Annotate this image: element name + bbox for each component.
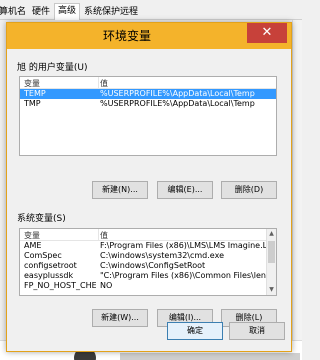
column-header-value[interactable]: 值 xyxy=(100,78,108,89)
row-value: NO xyxy=(100,281,113,290)
dialog-content: 旭 的用户变量(U) 变量 值 TEMP %USERPROFILE%\AppDa… xyxy=(7,49,291,351)
row-name: TEMP xyxy=(24,89,46,98)
system-vars-label: 系统变量(S) xyxy=(17,214,66,224)
table-row[interactable]: configsetroot C:\windows\ConfigSetRoot xyxy=(20,261,276,271)
tab-advanced[interactable]: 高级 xyxy=(54,3,81,20)
table-row[interactable]: FP_NO_HOST_CHE... NO xyxy=(20,281,276,291)
user-vars-label: 旭 的用户变量(U) xyxy=(17,63,88,73)
user-delete-button[interactable]: 删除(D) xyxy=(221,181,277,199)
system-vars-header: 变量 值 xyxy=(20,229,276,241)
tab-hardware[interactable]: 硬件 xyxy=(28,4,54,20)
environment-variables-dialog: 环境变量 ✕ 旭 的用户变量(U) 变量 值 TEMP %USERPROFILE… xyxy=(6,22,292,352)
scroll-up-icon[interactable]: ▲ xyxy=(267,229,276,239)
table-row[interactable]: ComSpec C:\windows\system32\cmd.exe xyxy=(20,251,276,261)
blurred-text xyxy=(120,353,300,360)
row-value: F:\Program Files (x86)\LMS\LMS Imagine.L… xyxy=(100,241,266,250)
ok-button[interactable]: 确定 xyxy=(167,322,223,340)
row-value: C:\windows\system32\cmd.exe xyxy=(100,251,224,260)
background-window-edge xyxy=(292,20,302,340)
system-new-button[interactable]: 新建(W)... xyxy=(92,309,148,327)
row-value: %USERPROFILE%\AppData\Local\Temp xyxy=(100,99,255,108)
vertical-scrollbar[interactable]: ▲ ▼ xyxy=(266,229,276,295)
close-button[interactable]: ✕ xyxy=(247,23,287,43)
column-header-variable[interactable]: 变量 xyxy=(24,230,40,241)
table-row[interactable]: AME F:\Program Files (x86)\LMS\LMS Imagi… xyxy=(20,241,276,251)
user-new-button[interactable]: 新建(N)... xyxy=(92,181,148,199)
row-value: %USERPROFILE%\AppData\Local\Temp xyxy=(100,89,255,98)
column-header-variable[interactable]: 变量 xyxy=(24,78,40,89)
close-icon: ✕ xyxy=(261,25,273,40)
user-vars-header: 变量 值 xyxy=(20,77,276,89)
tab-remote[interactable]: 远程 xyxy=(116,4,142,20)
table-row[interactable]: TEMP %USERPROFILE%\AppData\Local\Temp xyxy=(20,89,276,99)
user-vars-list[interactable]: 变量 值 TEMP %USERPROFILE%\AppData\Local\Te… xyxy=(19,76,277,156)
dialog-titlebar[interactable]: 环境变量 ✕ xyxy=(7,23,291,49)
background-tabstrip: 计算机名 硬件 高级 系统保护 远程 xyxy=(0,0,302,20)
scrollbar-thumb[interactable] xyxy=(268,241,275,263)
table-row[interactable]: easyplussdk "C:\Program Files (x86)\Comm… xyxy=(20,271,276,281)
system-vars-list[interactable]: 变量 值 AME F:\Program Files (x86)\LMS\LMS … xyxy=(19,228,277,296)
user-edit-button[interactable]: 编辑(E)... xyxy=(157,181,213,199)
tab-computer-name[interactable]: 计算机名 xyxy=(0,4,30,20)
row-name: FP_NO_HOST_CHE... xyxy=(24,281,96,290)
row-name: configsetroot xyxy=(24,261,77,270)
row-value: "C:\Program Files (x86)\Common Files\len… xyxy=(100,271,266,280)
row-name: easyplussdk xyxy=(24,271,74,280)
row-name: AME xyxy=(24,241,42,250)
cancel-button[interactable]: 取消 xyxy=(229,322,285,340)
dialog-title: 环境变量 xyxy=(102,29,151,43)
scroll-down-icon[interactable]: ▼ xyxy=(267,285,276,295)
table-row[interactable]: TMP %USERPROFILE%\AppData\Local\Temp xyxy=(20,99,276,109)
row-value: C:\windows\ConfigSetRoot xyxy=(100,261,206,270)
row-name: TMP xyxy=(24,99,41,108)
column-header-value[interactable]: 值 xyxy=(100,230,108,241)
row-name: ComSpec xyxy=(24,251,62,260)
